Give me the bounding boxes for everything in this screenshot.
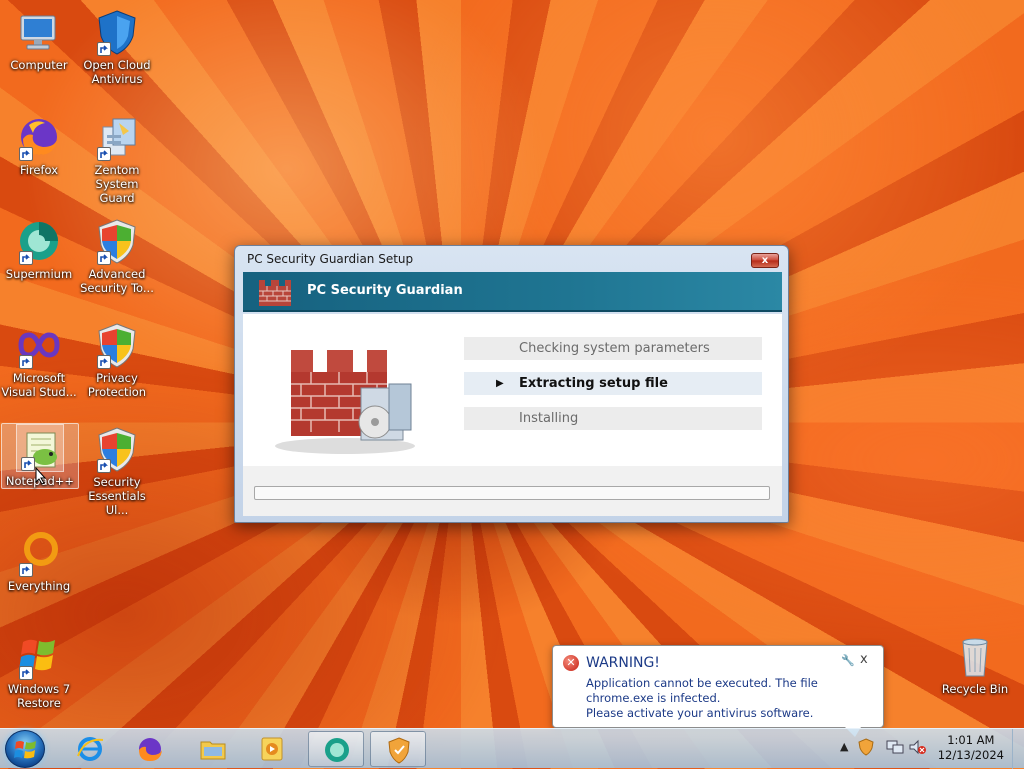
desktop-icon-label: Advanced Security To... xyxy=(80,267,154,295)
desktop-icon-label: Zentom System Guard xyxy=(94,163,140,205)
current-step-arrow-icon: ▶ xyxy=(496,378,504,389)
file-explorer-icon xyxy=(200,741,226,760)
notification-title: WARNING! xyxy=(586,655,660,671)
desktop-icon-label: Microsoft Visual Stud... xyxy=(1,371,77,399)
desktop-icon-label: Recycle Bin xyxy=(941,682,1009,696)
shortcut-arrow-icon xyxy=(97,147,111,161)
network-icon[interactable] xyxy=(886,739,904,758)
security-tray-icon[interactable] xyxy=(858,738,874,759)
security-guardian-icon xyxy=(388,737,410,764)
taskbar-file-explorer[interactable] xyxy=(185,731,241,767)
start-button[interactable] xyxy=(5,730,45,768)
desktop-icon-label: Supermium xyxy=(5,267,73,281)
step-label: Installing xyxy=(519,411,579,426)
step-label: Extracting setup file xyxy=(519,376,668,391)
taskbar-internet-explorer[interactable] xyxy=(62,731,118,767)
desktop-icon-label: Open Cloud Antivirus xyxy=(83,58,151,86)
desktop-icon-security-essentials[interactable]: Security Essentials Ul... xyxy=(78,425,156,517)
desktop-icon-zentom-system-guard[interactable]: Zentom System Guard xyxy=(78,113,156,205)
shortcut-arrow-icon xyxy=(19,251,33,265)
step-extracting-setup-file: ▶ Extracting setup file xyxy=(464,372,762,395)
banner-title: PC Security Guardian xyxy=(307,283,463,298)
desktop-icon-label: Privacy Protection xyxy=(87,371,147,399)
shortcut-arrow-icon xyxy=(19,147,33,161)
setup-progress-bar xyxy=(254,486,770,500)
taskbar-pc-security-guardian[interactable] xyxy=(370,731,426,767)
desktop-icon-computer[interactable]: Computer xyxy=(0,8,78,72)
desktop-icon-label: Everything xyxy=(7,579,71,593)
mouse-cursor-icon xyxy=(35,467,47,485)
internet-explorer-icon xyxy=(77,737,104,761)
system-tray: ▲ 1:01 AM 12/13/2024 xyxy=(834,729,1024,769)
notification-message: Application cannot be executed. The file… xyxy=(586,676,876,721)
desktop-icon-supermium[interactable]: Supermium xyxy=(0,217,78,281)
firewall-logo-icon xyxy=(259,280,291,306)
step-installing: Installing xyxy=(464,407,762,430)
wrench-icon[interactable]: 🔧 xyxy=(841,654,855,667)
desktop-icon-label: Firefox xyxy=(19,163,59,177)
desktop-icon-label: Computer xyxy=(10,58,68,72)
show-desktop-button[interactable] xyxy=(1012,729,1024,769)
media-player-icon xyxy=(261,737,283,761)
taskbar-supermium[interactable] xyxy=(308,731,364,767)
error-icon: ✕ xyxy=(563,655,579,671)
notification-close-button[interactable]: x xyxy=(860,652,868,667)
desktop-icon-label: Windows 7 Restore xyxy=(7,682,71,710)
desktop-icon-privacy-protection[interactable]: Privacy Protection xyxy=(78,321,156,399)
desktop-icon-firefox[interactable]: Firefox xyxy=(0,113,78,177)
taskbar-clock[interactable]: 1:01 AM 12/13/2024 xyxy=(938,733,1004,763)
show-hidden-icons-icon[interactable]: ▲ xyxy=(840,740,848,753)
window-title: PC Security Guardian Setup xyxy=(247,252,414,266)
step-checking-system-parameters: Checking system parameters xyxy=(464,337,762,360)
notification-message-line: Application cannot be executed. The file… xyxy=(586,676,818,705)
notification-message-line: Please activate your antivirus software. xyxy=(586,706,814,720)
taskbar: ▲ 1:01 AM 12/13/2024 xyxy=(0,728,1024,769)
shortcut-arrow-icon xyxy=(97,459,111,473)
clock-date: 12/13/2024 xyxy=(937,748,1004,762)
setup-banner: PC Security Guardian xyxy=(243,272,782,312)
desktop-icon-recycle-bin[interactable]: Recycle Bin xyxy=(936,632,1014,696)
desktop-icon-open-cloud-antivirus[interactable]: Open Cloud Antivirus xyxy=(78,8,156,86)
shortcut-arrow-icon xyxy=(19,563,33,577)
volume-muted-icon[interactable] xyxy=(908,739,926,758)
clock-time: 1:01 AM xyxy=(947,733,995,747)
desktop-icon-label: Security Essentials Ul... xyxy=(88,475,146,517)
setup-footer xyxy=(243,466,782,516)
firewall-illustration-icon xyxy=(275,350,415,454)
windows-logo-icon xyxy=(14,741,36,759)
firefox-icon xyxy=(139,738,162,761)
step-label: Checking system parameters xyxy=(519,341,710,356)
desktop-icon-advanced-security[interactable]: Advanced Security To... xyxy=(78,217,156,295)
setup-window: PC Security Guardian Setup x PC Security… xyxy=(234,245,789,523)
shortcut-arrow-icon xyxy=(97,251,111,265)
shortcut-arrow-icon xyxy=(21,457,35,471)
supermium-icon xyxy=(325,738,349,762)
shortcut-arrow-icon xyxy=(19,355,33,369)
shortcut-arrow-icon xyxy=(97,355,111,369)
taskbar-media-player[interactable] xyxy=(244,731,300,767)
shortcut-arrow-icon xyxy=(97,42,111,56)
desktop-icon-everything[interactable]: Everything xyxy=(0,529,78,593)
computer-icon xyxy=(20,15,56,50)
taskbar-firefox[interactable] xyxy=(122,731,178,767)
warning-notification[interactable]: ✕ WARNING! 🔧 x Application cannot be exe… xyxy=(552,645,884,737)
desktop-icon-windows-7-restore[interactable]: Windows 7 Restore xyxy=(0,632,78,710)
shortcut-arrow-icon xyxy=(19,666,33,680)
window-close-button[interactable]: x xyxy=(751,253,779,268)
desktop-icon-visual-studio[interactable]: Microsoft Visual Stud... xyxy=(0,321,78,399)
setup-content: Checking system parameters ▶ Extracting … xyxy=(243,314,782,466)
recycle-bin-icon xyxy=(962,638,988,677)
